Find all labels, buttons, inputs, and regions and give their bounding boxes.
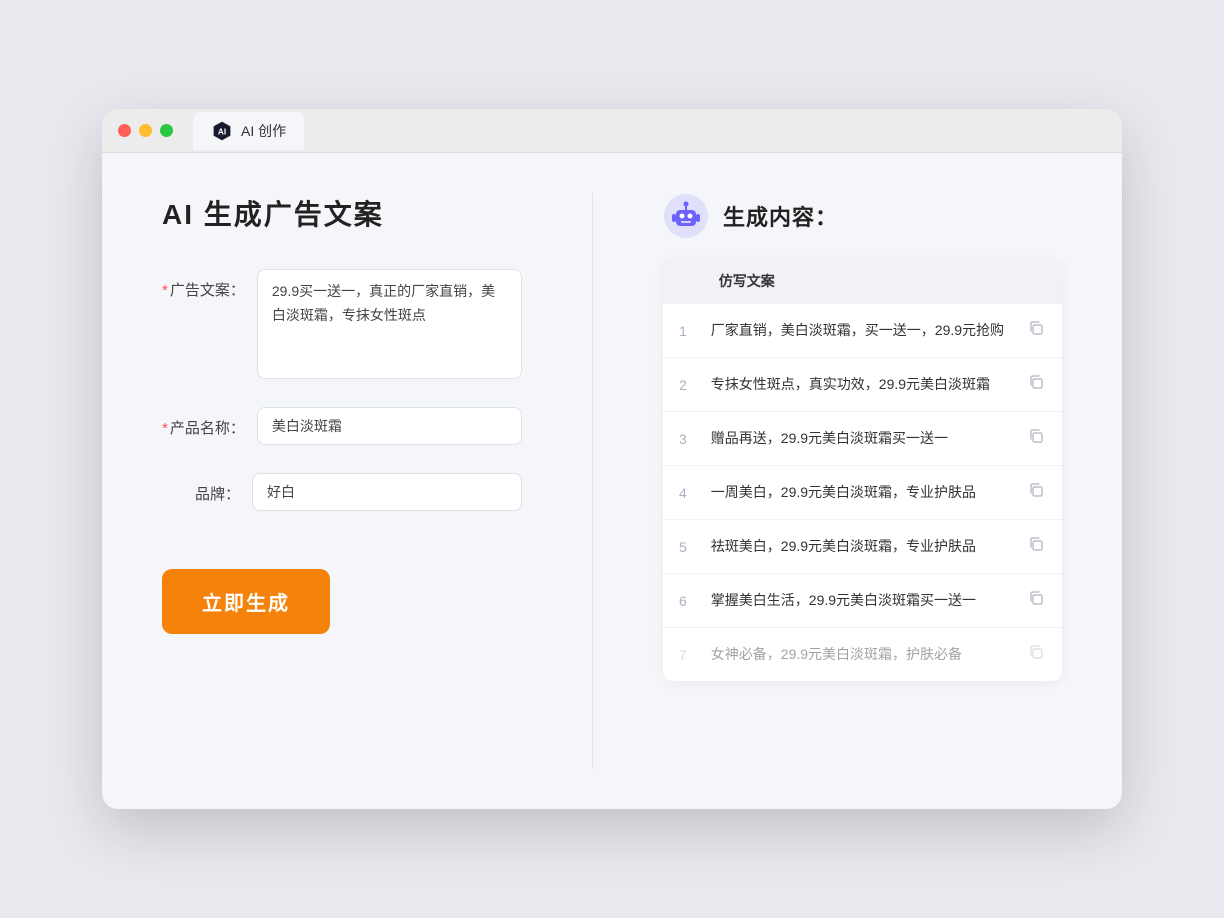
ad-copy-textarea[interactable]: 29.9买一送一，真正的厂家直销，美白淡斑霜，专抹女性斑点 [257,269,522,379]
ai-tab-icon: AI [211,120,233,142]
table-row: 1 厂家直销，美白淡斑霜，买一送一，29.9元抢购 [663,304,1062,358]
copy-button[interactable] [1024,480,1048,505]
copy-button[interactable] [1024,534,1048,559]
copy-button[interactable] [1024,588,1048,613]
copy-cell [1020,412,1062,466]
copy-button[interactable] [1024,318,1048,343]
robot-icon [663,193,709,239]
generate-button[interactable]: 立即生成 [162,569,330,634]
row-number: 6 [663,574,703,628]
row-number: 3 [663,412,703,466]
col-text-header: 仿写文案 [703,259,1020,304]
row-text: 祛斑美白，29.9元美白淡斑霜，专业护肤品 [703,520,1020,574]
copy-icon [1028,536,1044,552]
copy-cell [1020,466,1062,520]
right-panel: 生成内容： 仿写文案 1 厂家直销，美白淡斑霜，买一送一，29.9元抢购 [663,193,1062,769]
copy-icon [1028,644,1044,660]
copy-cell [1020,628,1062,682]
table-row: 2 专抹女性斑点，真实功效，29.9元美白淡斑霜 [663,358,1062,412]
close-button[interactable] [118,124,131,137]
copy-cell [1020,358,1062,412]
titlebar: AI AI 创作 [102,109,1122,153]
brand-row: 品牌： [162,473,522,511]
maximize-button[interactable] [160,124,173,137]
product-name-label: *产品名称： [162,407,257,438]
row-number: 7 [663,628,703,682]
row-text: 厂家直销，美白淡斑霜，买一送一，29.9元抢购 [703,304,1020,358]
copy-icon [1028,590,1044,606]
col-num-header [663,259,703,304]
ad-copy-row: *广告文案： 29.9买一送一，真正的厂家直销，美白淡斑霜，专抹女性斑点 [162,269,522,379]
page-title: AI 生成广告文案 [162,193,522,233]
copy-button[interactable] [1024,426,1048,451]
row-number: 1 [663,304,703,358]
row-text: 专抹女性斑点，真实功效，29.9元美白淡斑霜 [703,358,1020,412]
copy-button[interactable] [1024,372,1048,397]
copy-button[interactable] [1024,642,1048,667]
required-star-2: * [162,420,168,437]
panel-divider [592,193,593,769]
result-title: 生成内容： [723,200,838,232]
ad-copy-label: *广告文案： [162,269,257,300]
table-row: 5 祛斑美白，29.9元美白淡斑霜，专业护肤品 [663,520,1062,574]
table-row: 4 一周美白，29.9元美白淡斑霜，专业护肤品 [663,466,1062,520]
browser-window: AI AI 创作 AI 生成广告文案 *广告文案： 29.9买一送一，真正的厂家… [102,109,1122,809]
minimize-button[interactable] [139,124,152,137]
svg-text:AI: AI [218,127,226,136]
result-table: 仿写文案 1 厂家直销，美白淡斑霜，买一送一，29.9元抢购 2 专抹女性斑点， [663,259,1062,681]
browser-content: AI 生成广告文案 *广告文案： 29.9买一送一，真正的厂家直销，美白淡斑霜，… [102,153,1122,809]
result-header: 生成内容： [663,193,1062,239]
table-row: 6 掌握美白生活，29.9元美白淡斑霜买一送一 [663,574,1062,628]
row-number: 4 [663,466,703,520]
copy-icon [1028,482,1044,498]
copy-icon [1028,428,1044,444]
product-name-row: *产品名称： [162,407,522,445]
copy-cell [1020,304,1062,358]
brand-input[interactable] [252,473,522,511]
copy-icon [1028,374,1044,390]
col-action-header [1020,259,1062,304]
copy-icon [1028,320,1044,336]
traffic-lights [118,124,173,137]
required-star-1: * [162,282,168,299]
tab-label: AI 创作 [241,121,286,141]
row-text: 赠品再送，29.9元美白淡斑霜买一送一 [703,412,1020,466]
row-text: 一周美白，29.9元美白淡斑霜，专业护肤品 [703,466,1020,520]
table-row: 7 女神必备，29.9元美白淡斑霜，护肤必备 [663,628,1062,682]
row-text: 女神必备，29.9元美白淡斑霜，护肤必备 [703,628,1020,682]
row-number: 5 [663,520,703,574]
table-row: 3 赠品再送，29.9元美白淡斑霜买一送一 [663,412,1062,466]
brand-label: 品牌： [162,473,252,504]
left-panel: AI 生成广告文案 *广告文案： 29.9买一送一，真正的厂家直销，美白淡斑霜，… [162,193,522,769]
copy-cell [1020,520,1062,574]
copy-cell [1020,574,1062,628]
row-number: 2 [663,358,703,412]
browser-tab[interactable]: AI AI 创作 [193,112,304,150]
product-name-input[interactable] [257,407,522,445]
row-text: 掌握美白生活，29.9元美白淡斑霜买一送一 [703,574,1020,628]
